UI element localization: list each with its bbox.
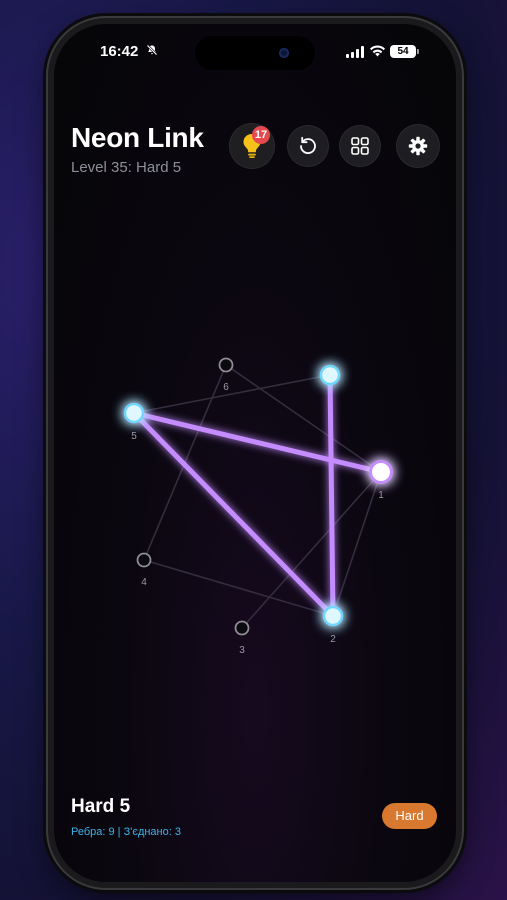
app-screen: 16:42 54 Neon Link Level 35: Hard 5 17 6… [54, 24, 456, 882]
node-3[interactable]: 3 [234, 620, 250, 657]
node-label: 4 [141, 577, 147, 588]
node-dot[interactable] [319, 364, 341, 386]
node-dot[interactable] [234, 620, 250, 636]
node-label: 2 [330, 634, 336, 645]
node-label: 6 [223, 382, 229, 393]
node-label: 3 [239, 645, 245, 656]
node-dot[interactable] [322, 605, 344, 627]
node-5[interactable]: 5 [123, 402, 145, 442]
node-2[interactable]: 2 [322, 605, 344, 645]
node-label: 1 [378, 490, 384, 501]
puzzle-board[interactable]: 6 4 3 5 2 1 [54, 24, 456, 882]
node-dot[interactable] [123, 402, 145, 424]
level-name: Hard 5 [71, 796, 131, 817]
node-label: 5 [131, 431, 137, 442]
node-dot[interactable] [136, 552, 152, 568]
node-4[interactable]: 4 [136, 552, 152, 589]
edge-stats: Ребра: 9 | З'єднано: 3 [71, 826, 181, 838]
inactive-edges [133, 364, 382, 629]
difficulty-badge: Hard [382, 803, 437, 829]
node-top[interactable] [319, 364, 341, 386]
phone-frame: 16:42 54 Neon Link Level 35: Hard 5 17 6… [48, 18, 462, 888]
node-dot[interactable] [369, 460, 393, 484]
node-dot[interactable] [218, 357, 234, 373]
